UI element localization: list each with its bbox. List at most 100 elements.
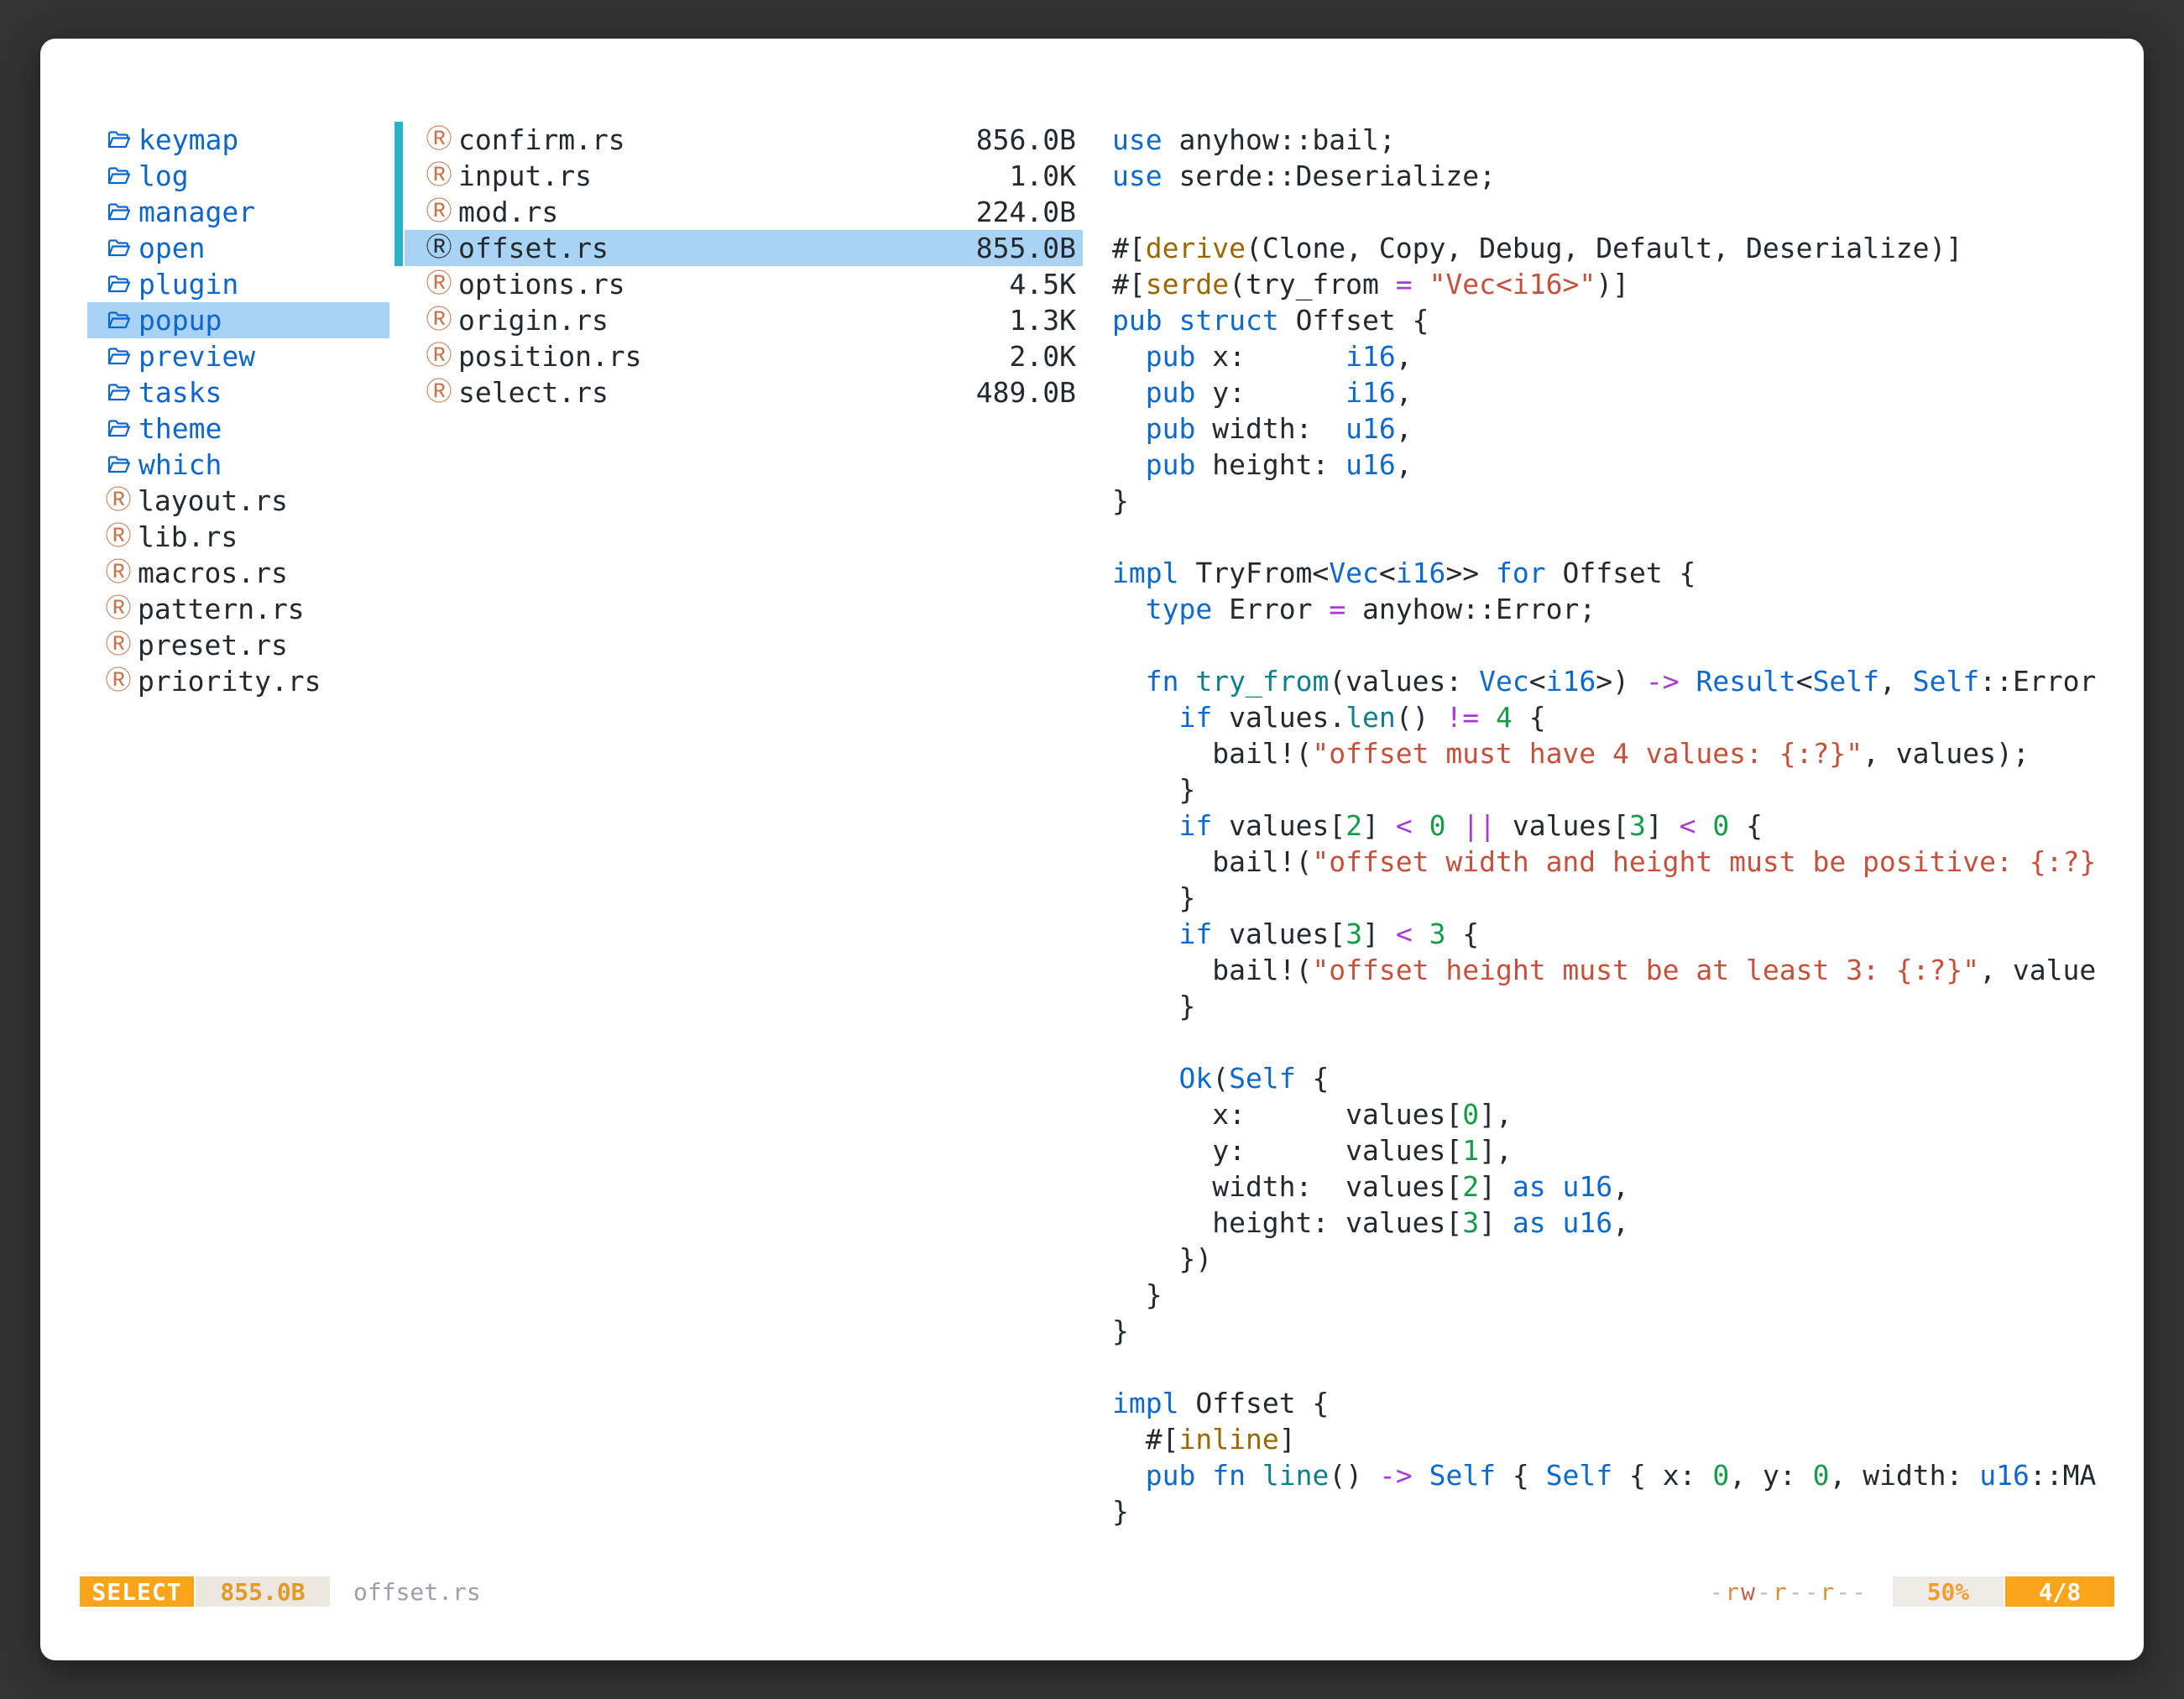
folder-icon xyxy=(107,347,130,366)
code-line: bail!("offset height must be at least 3:… xyxy=(1112,952,2116,988)
code-line: bail!("offset must have 4 values: {:?}",… xyxy=(1112,735,2116,771)
item-label: preview xyxy=(138,338,255,374)
code-line: impl Offset { xyxy=(1112,1385,2116,1421)
file-size-badge: 855.0B xyxy=(196,1576,330,1607)
item-label: lib.rs xyxy=(138,519,238,555)
file-item-origin.rs[interactable]: Ⓡorigin.rs1.3K xyxy=(405,302,1083,338)
rust-file-icon: Ⓡ xyxy=(107,555,129,591)
code-line xyxy=(1112,1024,2116,1060)
cursor-position-badge: 4/8 xyxy=(2005,1576,2114,1607)
item-label: options.rs xyxy=(458,266,625,302)
code-line xyxy=(1112,519,2116,555)
item-label: mod.rs xyxy=(458,194,558,230)
code-line: #[inline] xyxy=(1112,1421,2116,1457)
item-label: keymap xyxy=(138,122,238,158)
folder-icon xyxy=(107,166,130,186)
parent-file-item-lib.rs[interactable]: Ⓡlib.rs xyxy=(87,519,389,555)
parent-file-item-priority.rs[interactable]: Ⓡpriority.rs xyxy=(87,663,389,699)
file-item-options.rs[interactable]: Ⓡoptions.rs4.5K xyxy=(405,266,1083,302)
parent-dir-item-keymap[interactable]: keymap xyxy=(87,122,389,158)
parent-file-item-macros.rs[interactable]: Ⓡmacros.rs xyxy=(87,555,389,591)
item-label: theme xyxy=(138,410,222,447)
rust-file-icon: Ⓡ xyxy=(428,266,450,302)
scroll-percentage-badge: 50% xyxy=(1893,1576,2004,1607)
file-manager-window: keymaplogmanageropenpluginpopuppreviewta… xyxy=(40,39,2144,1660)
parent-file-item-layout.rs[interactable]: Ⓡlayout.rs xyxy=(87,483,389,519)
parent-directory-pane[interactable]: keymaplogmanageropenpluginpopuppreviewta… xyxy=(87,122,389,699)
selection-marker xyxy=(394,302,403,338)
file-size: 855.0B xyxy=(976,230,1076,266)
code-line: if values[3] < 3 { xyxy=(1112,916,2116,952)
item-label: which xyxy=(138,447,222,483)
folder-icon xyxy=(107,130,130,149)
file-size: 489.0B xyxy=(976,374,1076,410)
code-line: fn try_from(values: Vec<i16>) -> Result<… xyxy=(1112,663,2116,699)
item-label: preset.rs xyxy=(138,627,288,663)
code-line: Ok(Self { xyxy=(1112,1060,2116,1096)
rust-file-icon: Ⓡ xyxy=(107,483,129,519)
code-line xyxy=(1112,627,2116,663)
code-line: } xyxy=(1112,988,2116,1024)
code-line: } xyxy=(1112,483,2116,519)
code-line: width: values[2] as u16, xyxy=(1112,1168,2116,1205)
rust-file-icon: Ⓡ xyxy=(428,230,450,266)
folder-icon xyxy=(107,311,130,330)
parent-dir-item-theme[interactable]: theme xyxy=(87,410,389,447)
status-filename: offset.rs xyxy=(353,1578,481,1606)
selection-marker xyxy=(394,122,403,158)
file-item-mod.rs[interactable]: Ⓡmod.rs 224.0B xyxy=(405,194,1083,230)
code-line: type Error = anyhow::Error; xyxy=(1112,591,2116,627)
folder-icon xyxy=(107,419,130,438)
code-line: if values.len() != 4 { xyxy=(1112,699,2116,735)
code-line: pub width: u16, xyxy=(1112,410,2116,447)
parent-dir-item-plugin[interactable]: plugin xyxy=(87,266,389,302)
code-line: use serde::Deserialize; xyxy=(1112,158,2116,194)
item-label: select.rs xyxy=(458,374,609,410)
parent-dir-item-popup[interactable]: popup xyxy=(87,302,389,338)
file-item-input.rs[interactable]: Ⓡinput.rs1.0K xyxy=(405,158,1083,194)
file-preview-pane[interactable]: use anyhow::bail;use serde::Deserialize;… xyxy=(1112,122,2116,1569)
parent-dir-item-tasks[interactable]: tasks xyxy=(87,374,389,410)
parent-dir-item-preview[interactable]: preview xyxy=(87,338,389,374)
folder-icon xyxy=(107,455,130,474)
item-label: open xyxy=(138,230,205,266)
code-line: y: values[1], xyxy=(1112,1132,2116,1168)
item-label: confirm.rs xyxy=(458,122,625,158)
code-line: pub fn line() -> Self { Self { x: 0, y: … xyxy=(1112,1457,2116,1493)
code-line: } xyxy=(1112,880,2116,916)
file-item-confirm.rs[interactable]: Ⓡconfirm.rs856.0B xyxy=(405,122,1083,158)
file-item-select.rs[interactable]: Ⓡselect.rs489.0B xyxy=(405,374,1083,410)
folder-icon xyxy=(107,383,130,402)
item-label: position.rs xyxy=(458,338,642,374)
parent-dir-item-manager[interactable]: manager xyxy=(87,194,389,230)
file-item-offset.rs[interactable]: Ⓡoffset.rs 855.0B xyxy=(405,230,1083,266)
file-item-position.rs[interactable]: Ⓡposition.rs 2.0K xyxy=(405,338,1083,374)
file-size: 224.0B xyxy=(976,194,1076,230)
item-label: origin.rs xyxy=(458,302,609,338)
item-label: priority.rs xyxy=(138,663,321,699)
selection-marker xyxy=(394,194,403,230)
rust-file-icon: Ⓡ xyxy=(428,194,450,230)
file-size: 1.3K xyxy=(1010,302,1076,338)
item-label: offset.rs xyxy=(458,230,609,266)
code-line: } xyxy=(1112,1493,2116,1529)
code-line: #[derive(Clone, Copy, Debug, Default, De… xyxy=(1112,230,2116,266)
parent-dir-item-which[interactable]: which xyxy=(87,447,389,483)
code-line: height: values[3] as u16, xyxy=(1112,1205,2116,1241)
parent-dir-item-log[interactable]: log xyxy=(87,158,389,194)
status-bar-left: SELECT 855.0B offset.rs xyxy=(80,1576,481,1607)
parent-dir-item-open[interactable]: open xyxy=(87,230,389,266)
item-label: macros.rs xyxy=(138,555,288,591)
parent-file-item-preset.rs[interactable]: Ⓡpreset.rs xyxy=(87,627,389,663)
code-line: bail!("offset width and height must be p… xyxy=(1112,844,2116,880)
file-size: 2.0K xyxy=(1010,338,1076,374)
current-directory-pane[interactable]: Ⓡconfirm.rs856.0BⓇinput.rs1.0KⓇmod.rs224… xyxy=(405,122,1083,410)
folder-icon xyxy=(107,274,130,294)
parent-file-item-pattern.rs[interactable]: Ⓡpattern.rs xyxy=(87,591,389,627)
code-line: } xyxy=(1112,771,2116,808)
item-label: tasks xyxy=(138,374,222,410)
desktop-background: keymaplogmanageropenpluginpopuppreviewta… xyxy=(0,0,2184,1699)
code-line: x: values[0], xyxy=(1112,1096,2116,1132)
code-line: pub height: u16, xyxy=(1112,447,2116,483)
rust-file-icon: Ⓡ xyxy=(428,338,450,374)
